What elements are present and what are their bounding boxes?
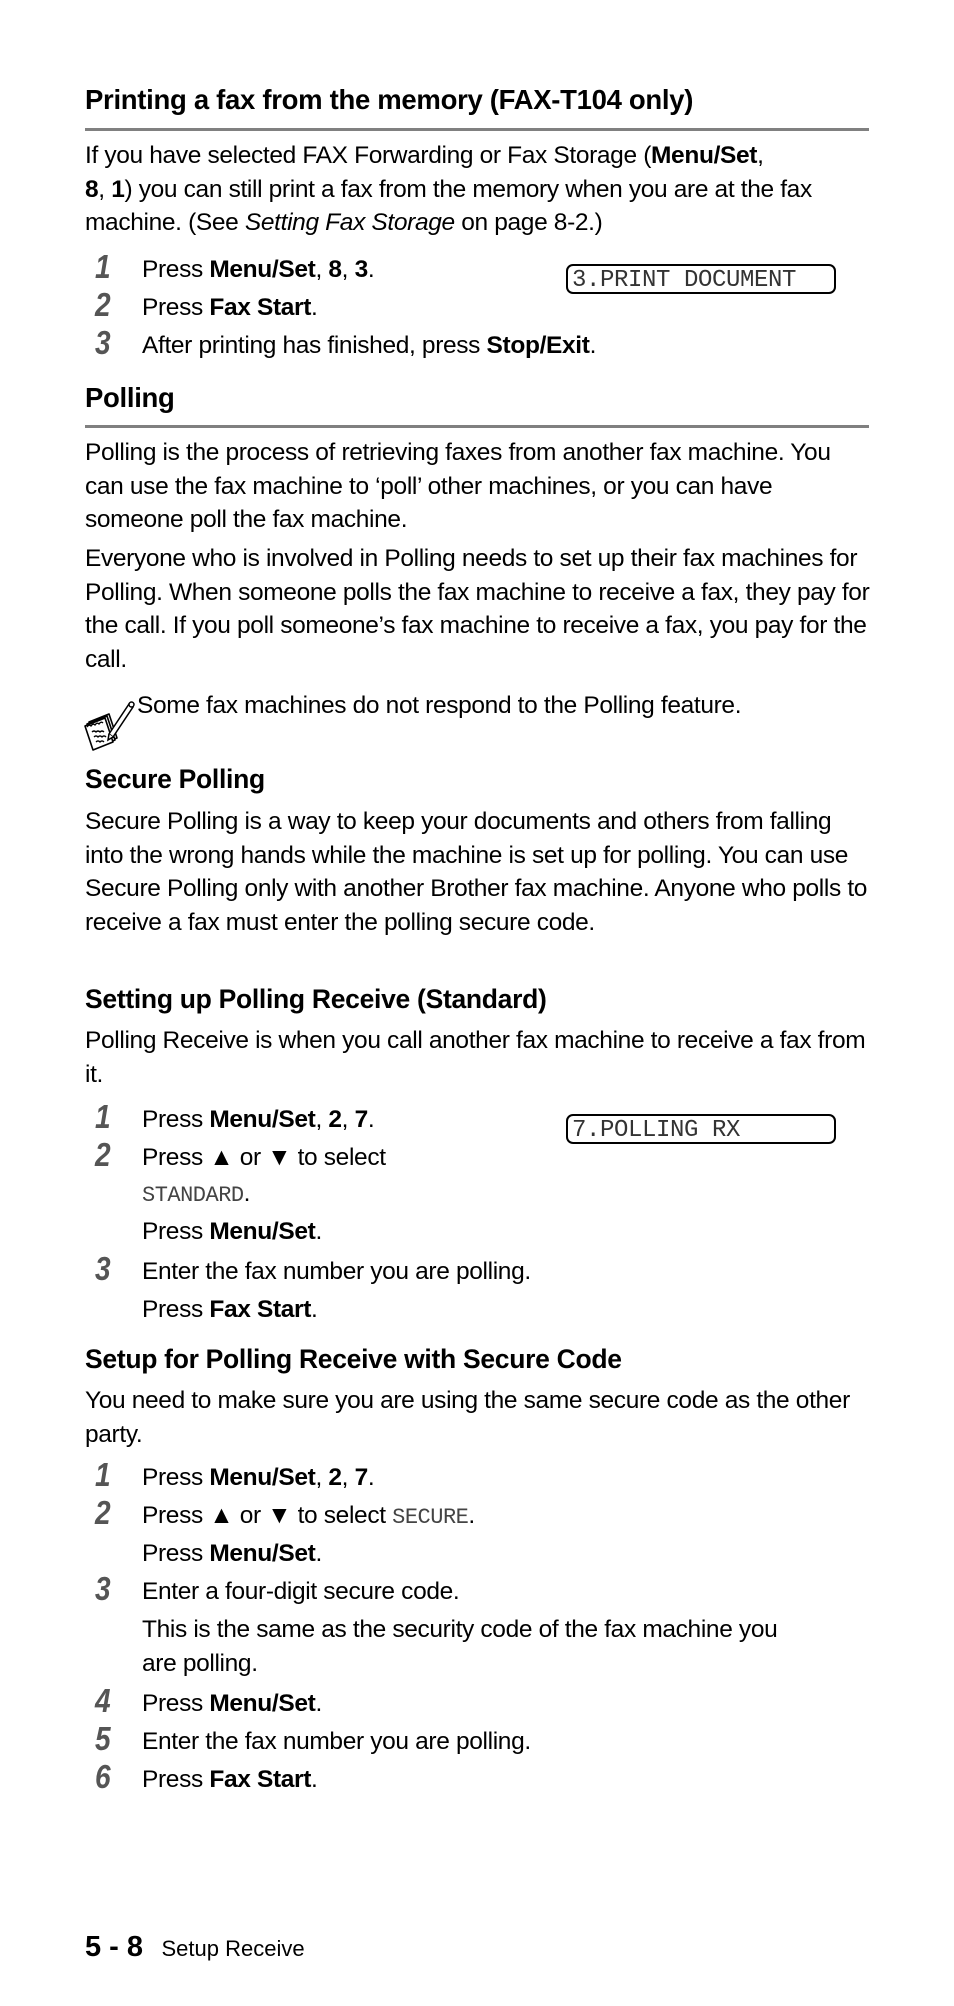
step-text: Press ▲ or ▼ to select [142,1144,386,1171]
print-from-memory-intro: If you have selected FAX Forwarding or F… [85,139,875,240]
text: , [98,175,112,203]
step-number: 3 [95,324,111,361]
step-text: Press Menu/Set. [142,1690,322,1717]
cross-reference: Setting Fax Storage [244,209,455,236]
step-number: 2 [95,1136,111,1173]
step-item: 1 Press Menu/Set, 2, 7. [85,1098,869,1138]
secure-polling-paragraph: Secure Polling is a way to keep your doc… [85,808,868,936]
step-item: 3 Enter the fax number you are polling. … [85,1250,869,1330]
step-text: Press ▲ or ▼ to select SECURE. [142,1502,475,1530]
page-footer: 5 - 8 Setup Receive [85,1931,305,1964]
step-text-line2: Press Menu/Set. [142,1218,322,1245]
step-text-option: STANDARD. [142,1180,251,1208]
polling-paragraph-1: Polling is the process of retrieving fax… [85,439,831,533]
step-number: 3 [95,1250,111,1287]
step-number: 5 [95,1720,111,1757]
text: on page 8-2.) [454,209,603,236]
heading-print-from-memory: Printing a fax from the memory (FAX-T104… [85,84,694,115]
heading-secure-polling: Secure Polling [85,764,265,794]
heading-polling-receive-secure: Setup for Polling Receive with Secure Co… [85,1344,622,1374]
step-item: 2 Press ▲ or ▼ to select STANDARD. Press… [85,1136,869,1254]
step-number: 2 [95,286,111,323]
note-text: Some fax machines do not respond to the … [137,692,742,719]
step-number: 1 [95,1456,111,1493]
step-number: 3 [95,1570,111,1607]
step-number: 4 [95,1682,111,1719]
step-text-line2: Press Fax Start. [142,1296,318,1323]
lcd-option-standard: STANDARD [142,1183,244,1208]
step-text-line2: Press Menu/Set. [142,1540,322,1567]
polling-receive-standard-paragraph: Polling Receive is when you call another… [85,1027,866,1088]
footer-section-label: Setup Receive [161,1936,305,1961]
note-box: Some fax machines do not respond to the … [83,692,873,752]
step-text-line2: This is the same as the security code of… [142,1616,778,1643]
polling-receive-secure-paragraph: You need to make sure you are using the … [85,1387,850,1448]
step-text: Press Fax Start. [142,1766,318,1793]
step-item: 4 Press Menu/Set. [85,1682,869,1722]
heading-rule [85,128,869,131]
step-text: After printing has finished, press Stop/… [142,332,597,359]
step-number: 1 [95,248,111,285]
heading-polling: Polling [85,382,175,413]
step-text-line3: are polling. [142,1650,258,1677]
step-item: 1 Press Menu/Set, 8, 3. [85,248,869,288]
step-text: Press Menu/Set, 2, 7. [142,1106,375,1133]
step-item: 1 Press Menu/Set, 2, 7. [85,1456,869,1496]
step-text: Press Menu/Set, 2, 7. [142,1464,375,1491]
polling-paragraph-2: Everyone who is involved in Polling need… [85,545,870,673]
step-text: Enter the fax number you are polling. [142,1258,531,1285]
heading-polling-receive-standard: Setting up Polling Receive (Standard) [85,984,547,1014]
step-item: 6 Press Fax Start. [85,1758,869,1798]
lcd-option-secure: SECURE [392,1505,469,1530]
key-1: 1 [111,175,125,203]
note-pencil-icon [83,700,135,752]
key-menu-set: Menu/Set [651,142,758,169]
page-number: 5 - 8 [85,1931,144,1963]
step-text: Enter a four-digit secure code. [142,1578,460,1605]
step-text: Enter the fax number you are polling. [142,1728,531,1755]
text: If you have selected FAX Forwarding or F… [85,142,651,169]
step-number: 2 [95,1494,111,1531]
step-item: 3 Enter a four-digit secure code. This i… [85,1570,869,1684]
step-item: 2 Press Fax Start. [85,286,869,326]
step-number: 6 [95,1758,111,1795]
heading-rule [85,425,869,428]
step-item: 2 Press ▲ or ▼ to select SECURE. Press M… [85,1494,869,1574]
step-item: 3 After printing has finished, press Sto… [85,324,869,364]
step-text: Press Menu/Set, 8, 3. [142,256,375,283]
step-item: 5 Enter the fax number you are polling. [85,1720,869,1760]
text: , [757,142,764,169]
step-text: Press Fax Start. [142,294,318,321]
step-number: 1 [95,1098,111,1135]
key-8: 8 [85,175,99,203]
